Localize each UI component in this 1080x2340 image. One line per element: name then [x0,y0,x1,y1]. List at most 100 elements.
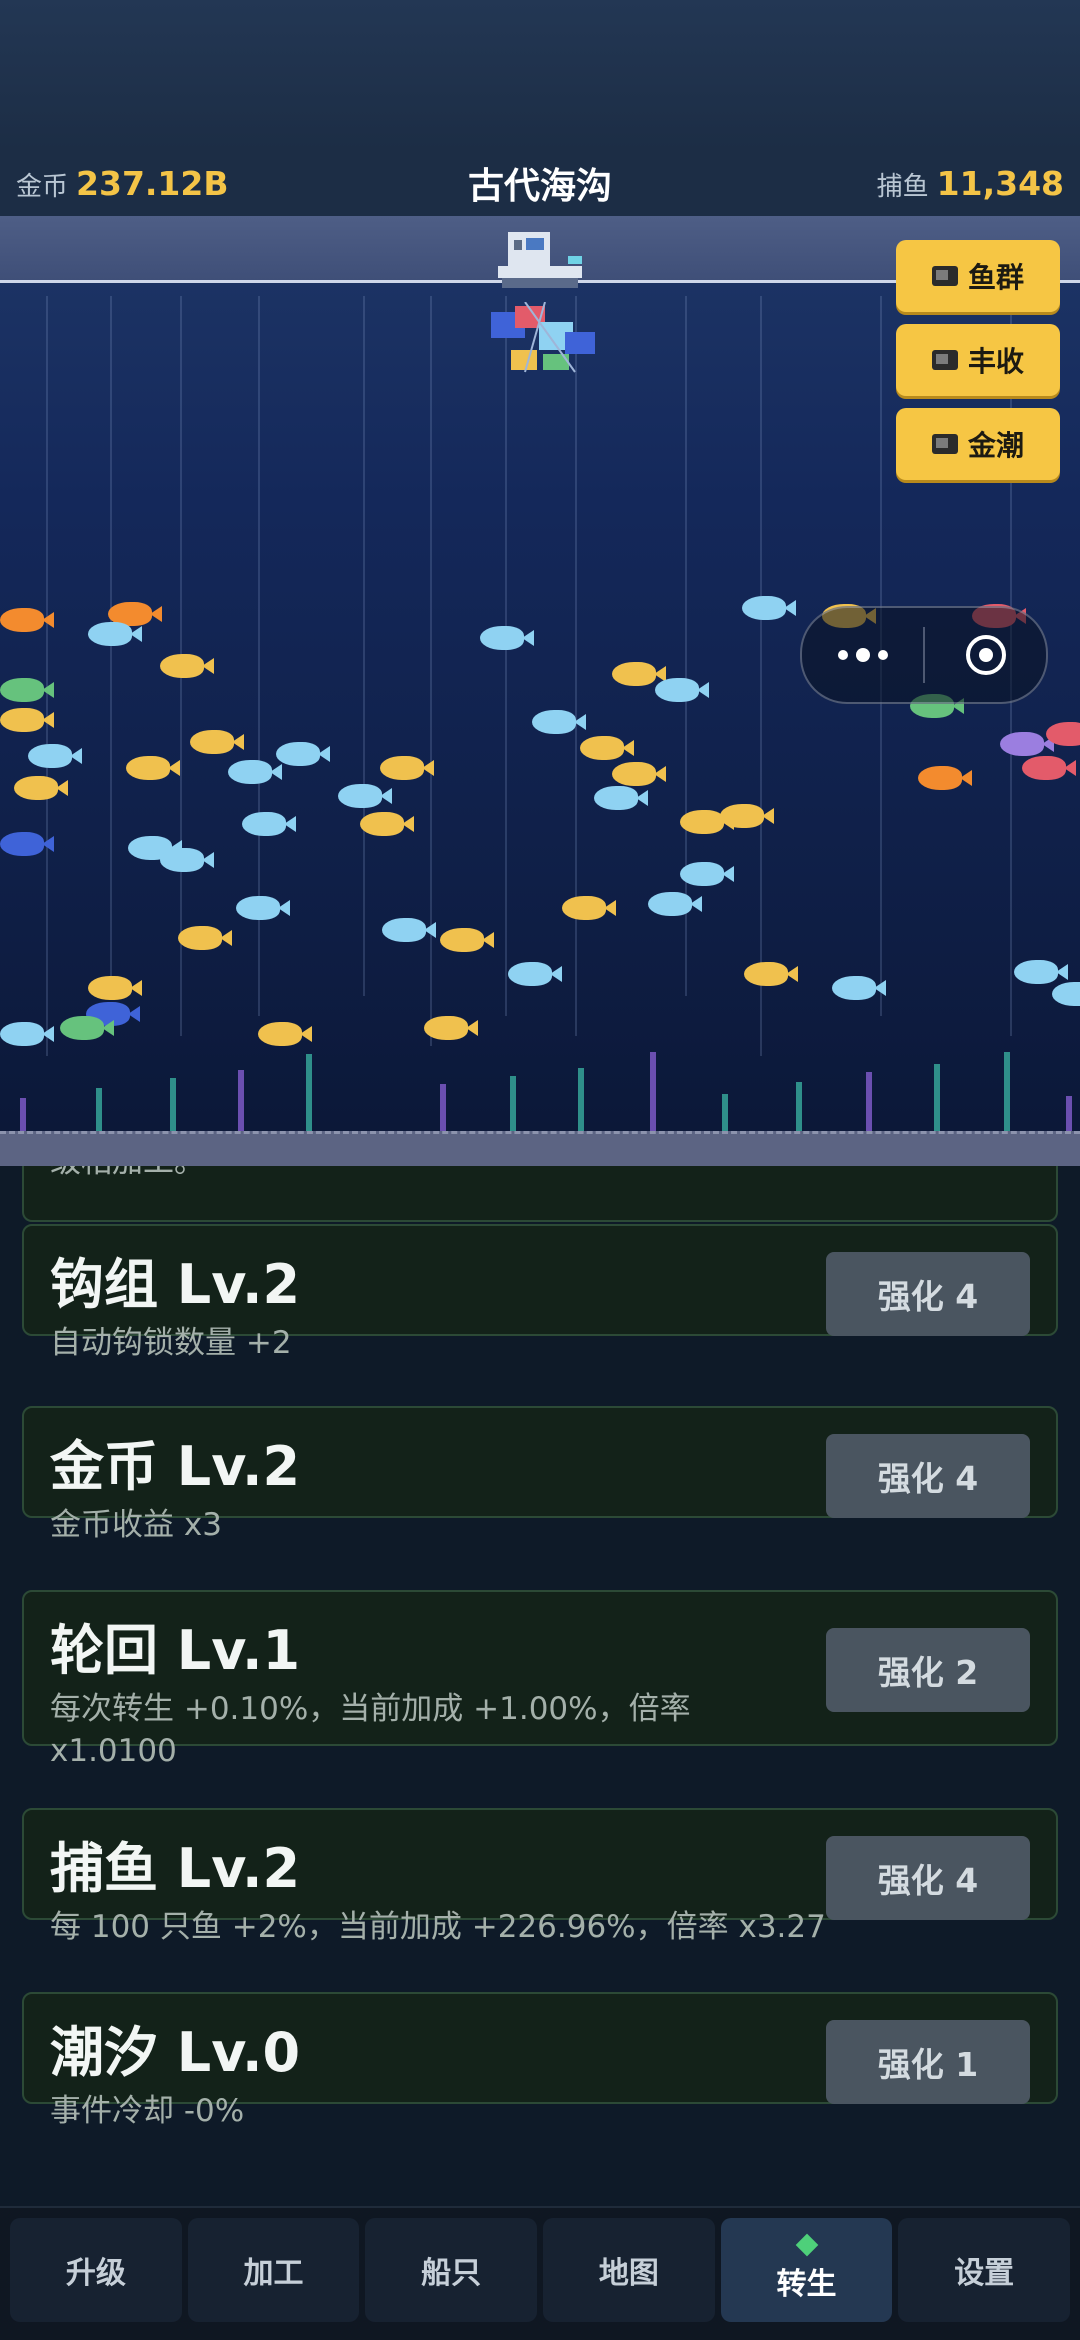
seaweed [1004,1052,1010,1134]
upgrade-name: 潮汐 Lv.0 [50,2021,301,2084]
fish-sprite [160,848,214,872]
fish-sprite [276,742,330,766]
upgrade-list[interactable]: 级相加工。 钩组 Lv.2 自动钩锁数量 +2 强化 4 金币 Lv.2 金币收… [0,1166,1080,2206]
tab-upgrade[interactable]: 升级 [10,2218,182,2322]
fish-sprite [382,918,436,942]
buff-button-school[interactable]: 鱼群 [896,240,1060,312]
upgrade-name: 轮回 Lv.1 [50,1619,301,1682]
seaweed [796,1082,802,1134]
upgrade-desc: 事件冷却 -0% [50,2093,245,2129]
upgrade-desc: 自动钩锁数量 +2 [50,1325,292,1361]
buff-label: 丰收 [967,345,1024,378]
status-bar-area [0,0,1080,150]
fish-sprite [918,766,972,790]
rope [363,296,365,996]
fish-sprite [1022,756,1076,780]
fish-sprite [612,762,666,786]
close-target-icon [965,635,1006,675]
tab-label: 升级 [65,2256,126,2291]
fish-stat: 捕鱼 11,348 [877,164,1064,203]
fish-sprite [1014,960,1068,984]
fish-sprite [580,736,634,760]
fish-sprite [60,1016,114,1040]
more-button[interactable] [802,608,923,702]
fish-sprite [424,1016,478,1040]
tv-icon [931,266,958,286]
fish-sprite [720,804,774,828]
upgrade-button[interactable]: 强化 4 [826,1434,1030,1518]
seaweed [96,1088,102,1134]
rope [46,296,48,1056]
more-dots-icon [837,648,888,662]
seaweed [170,1078,176,1134]
sea-scene[interactable]: 鱼群 丰收 金潮 [0,216,1080,1166]
seaweed [306,1054,312,1134]
upgrade-button[interactable]: 强化 4 [826,1836,1030,1920]
tab-settings[interactable]: 设置 [898,2218,1071,2322]
fish-sprite [832,976,886,1000]
upgrade-desc: 每次转生 +0.10%，当前加成 +1.00%，倍率 x1.0100 [50,1691,691,1769]
upgrade-button[interactable]: 强化 1 [826,2020,1030,2104]
buff-button-harvest[interactable]: 丰收 [896,324,1060,396]
upgrade-card-tide: 潮汐 Lv.0 事件冷却 -0% 强化 1 [22,1992,1058,2129]
capsule-menu [800,606,1048,704]
seaweed [20,1098,26,1134]
tab-label: 设置 [954,2256,1015,2291]
seaweed [578,1068,584,1134]
fish-sprite [242,812,296,836]
fish-sprite [1052,982,1080,1006]
upgrade-card-rebirth: 轮回 Lv.1 每次转生 +0.10%，当前加成 +1.00%，倍率 x1.01… [22,1590,1058,1769]
seaweed [1066,1096,1072,1134]
tab-process[interactable]: 加工 [187,2218,360,2322]
seaweed [866,1072,872,1134]
fish-sprite [562,896,616,920]
rope [760,296,762,1056]
buff-label: 鱼群 [967,261,1024,294]
tab-rebirth[interactable]: 转生 [720,2218,893,2322]
fish-sprite [88,622,142,646]
fish-sprite [338,784,392,808]
upgrade-card-gold: 金币 Lv.2 金币收益 x3 强化 4 [22,1406,1058,1543]
upgrade-button[interactable]: 强化 2 [826,1628,1030,1712]
fishing-boat-sprite [498,232,582,288]
fish-sprite [1000,732,1054,756]
fish-sprite [0,1022,54,1046]
seaweed [510,1076,516,1134]
fish-sprite [14,776,68,800]
seaweed [440,1084,446,1134]
fish-sprite [360,812,414,836]
rope [110,296,112,996]
fish-sprite [480,626,534,650]
buff-button-gold-tide[interactable]: 金潮 [896,408,1060,480]
upgrade-desc: 每 100 只鱼 +2%，当前加成 +226.96%，倍率 x3.27 [50,1909,826,1945]
tab-label: 地图 [598,2256,659,2291]
rope [575,296,577,1036]
fish-sprite [236,896,290,920]
seaweed [722,1094,728,1134]
fish-sprite [532,710,586,734]
fish-sprite [594,786,648,810]
tab-map[interactable]: 地图 [543,2218,715,2322]
gold-value: 237.12B [76,163,229,203]
gold-stat: 金币 237.12B [16,164,229,203]
tv-icon [931,434,958,454]
upgrade-button[interactable]: 强化 4 [826,1252,1030,1336]
tab-ships[interactable]: 船只 [365,2218,538,2322]
upgrade-name: 捕鱼 Lv.2 [50,1837,301,1900]
fish-sprite [0,832,54,856]
fish-sprite [126,756,180,780]
upgrade-card-fishing: 捕鱼 Lv.2 每 100 只鱼 +2%，当前加成 +226.96%，倍率 x3… [22,1808,1058,1945]
upgrade-card-hook: 钩组 Lv.2 自动钩锁数量 +2 强化 4 [22,1224,1058,1361]
fish-sprite [0,678,54,702]
tab-label: 加工 [243,2256,304,2291]
tab-label: 转生 [776,2267,837,2302]
fish-sprite [190,730,244,754]
fish-sprite [0,608,54,632]
upgrade-name: 金币 Lv.2 [50,1435,301,1498]
seaweed [650,1052,656,1134]
close-button[interactable] [925,608,1046,702]
tv-icon [931,350,958,370]
fish-sprite [612,662,666,686]
fish-value: 11,348 [936,163,1064,203]
rope [505,296,507,1016]
